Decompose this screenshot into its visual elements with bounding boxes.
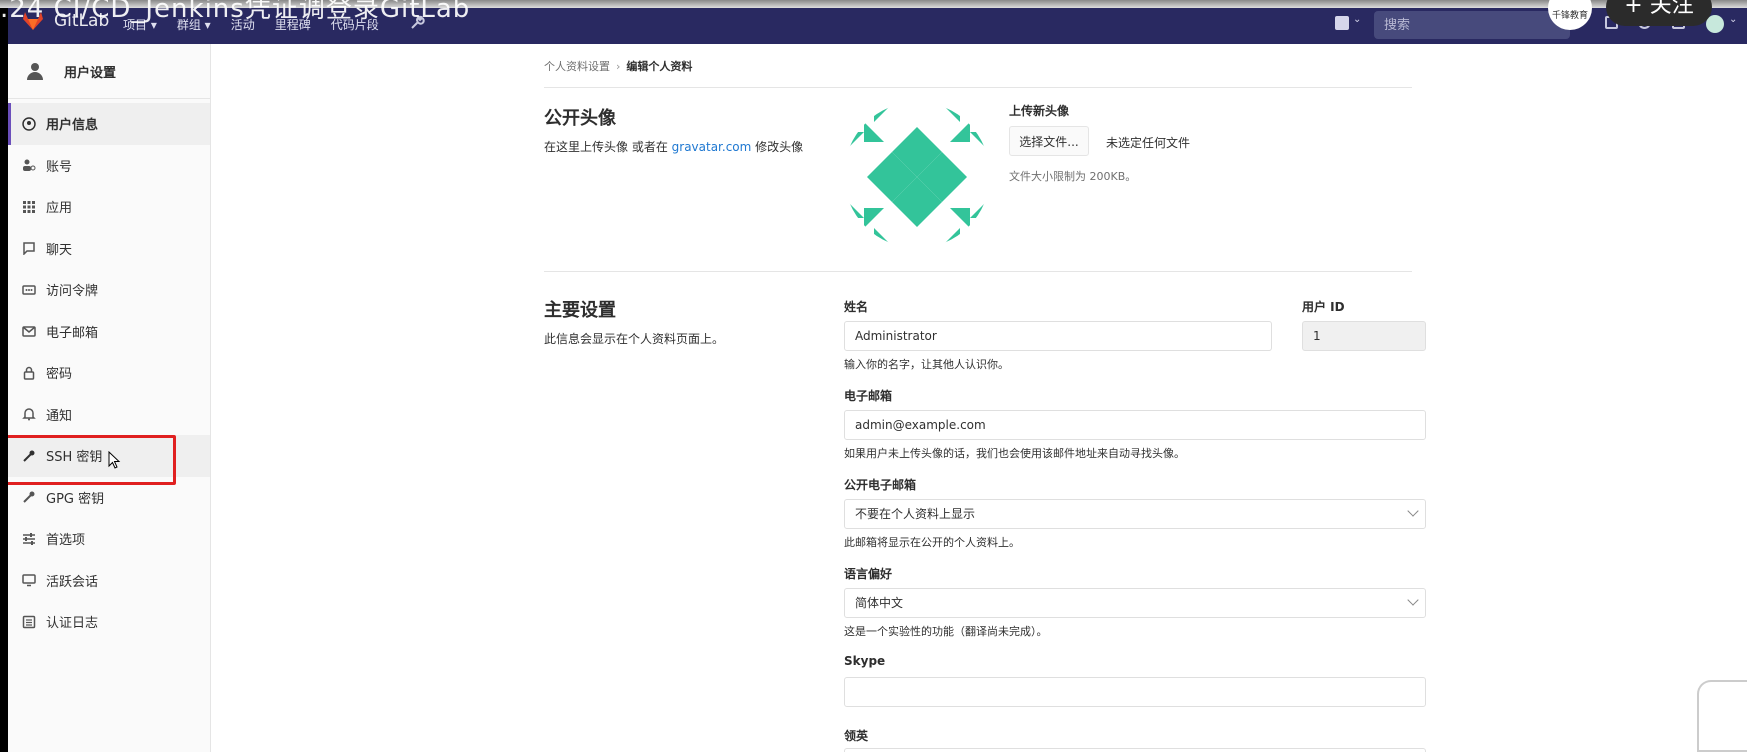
upload-avatar-label: 上传新头像 (1009, 104, 1070, 118)
sidebar-item-account[interactable]: 账号 (8, 145, 210, 187)
new-item-icon[interactable] (1335, 16, 1349, 30)
sidebar-item-label: 通知 (46, 408, 73, 424)
sidebar-item-label: 聊天 (46, 242, 73, 258)
sidebar-item-emails[interactable]: 电子邮箱 (8, 311, 210, 353)
linkedin-field[interactable] (844, 748, 1426, 752)
sidebar-item-label: GPG 密钥 (46, 491, 105, 507)
sidebar-item-preferences[interactable]: 首选项 (8, 518, 210, 560)
main-settings-title: 主要设置 (544, 300, 616, 321)
search-input[interactable] (1374, 11, 1570, 39)
language-value: 简体中文 (855, 596, 904, 610)
video-title-overlay: .24 CI/CD_Jenkins凭证调登录GitLab (0, 0, 471, 24)
sidebar-item-label: 认证日志 (46, 616, 99, 632)
key-icon (22, 490, 36, 504)
sliders-icon (22, 532, 36, 546)
mail-icon (22, 324, 36, 338)
grid-icon (22, 200, 36, 214)
user-icon (26, 62, 44, 80)
main-settings-desc: 此信息会显示在个人资料页面上。 (544, 332, 725, 346)
language-help: 这是一个实验性的功能（翻译尚未完成）。 (844, 625, 1048, 638)
follow-button[interactable]: + 关注 (1606, 0, 1712, 26)
sidebar-item-label: 电子邮箱 (46, 325, 99, 341)
breadcrumb-current: 编辑个人资料 (626, 60, 693, 73)
file-size-hint: 文件大小限制为 200KB。 (1009, 170, 1137, 183)
name-help: 输入你的名字，让其他人认识你。 (844, 358, 1009, 371)
sidebar-item-label: 账号 (46, 159, 73, 175)
sidebar-item-label: 访问令牌 (46, 284, 99, 300)
list-icon (22, 615, 36, 629)
breadcrumb-parent[interactable]: 个人资料设置 (544, 60, 610, 73)
sidebar-item-label: SSH 密钥 (46, 450, 103, 466)
sidebar-item-label: 首选项 (46, 533, 86, 549)
breadcrumb: 个人资料设置 › 编辑个人资料 (544, 58, 692, 74)
email-help: 如果用户未上传头像的话，我们也会使用该邮件地址来自动寻找头像。 (844, 447, 1185, 460)
email-label: 电子邮箱 (844, 389, 893, 403)
avatar-section-title: 公开头像 (544, 108, 616, 129)
sidebar-item-gpg-keys[interactable]: GPG 密钥 (8, 477, 210, 519)
email-field[interactable] (844, 410, 1426, 440)
sidebar-item-label: 密码 (46, 367, 73, 383)
token-icon (22, 283, 36, 297)
sidebar-title: 用户设置 (64, 65, 117, 81)
chevron-down-icon (1407, 505, 1419, 517)
sidebar-item-password[interactable]: 密码 (8, 352, 210, 394)
public-email-label: 公开电子邮箱 (844, 478, 917, 492)
settings-sidebar: 用户设置 用户信息 账号 应用 聊天 访问令牌 电子邮箱 密码 通知 SSH 密… (8, 44, 211, 752)
linkedin-label: 领英 (844, 729, 869, 743)
no-file-selected-text: 未选定任何文件 (1106, 136, 1191, 150)
sidebar-item-ssh-keys[interactable]: SSH 密钥 (8, 435, 210, 485)
name-label: 姓名 (844, 300, 869, 314)
language-select[interactable]: 简体中文 (844, 588, 1426, 618)
chevron-down-icon (1407, 594, 1419, 606)
sidebar-item-active-sessions[interactable]: 活跃会话 (8, 560, 210, 602)
channel-badge-text: 千锋教育 (1552, 11, 1589, 21)
avatar-section-desc: 在这里上传头像 或者在 gravatar.com 修改头像 (544, 138, 803, 155)
skype-field[interactable] (844, 677, 1426, 707)
divider (544, 271, 1412, 272)
sidebar-item-access-tokens[interactable]: 访问令牌 (8, 269, 210, 311)
sidebar-item-profile[interactable]: 用户信息 (8, 103, 210, 145)
user-circle-icon (22, 117, 36, 131)
sidebar-header[interactable]: 用户设置 (8, 44, 210, 99)
key-icon (22, 449, 36, 463)
user-id-label: 用户 ID (1302, 300, 1345, 314)
choose-file-button[interactable]: 选择文件... (1009, 126, 1089, 156)
sidebar-item-label: 应用 (46, 201, 73, 217)
monitor-icon (22, 573, 36, 587)
public-email-help: 此邮箱将显示在公开的个人资料上。 (844, 536, 1020, 549)
account-gear-icon (22, 158, 36, 172)
chat-icon (22, 241, 36, 257)
chevron-right-icon: › (616, 60, 621, 73)
sidebar-item-notifications[interactable]: 通知 (8, 394, 210, 436)
sidebar-item-applications[interactable]: 应用 (8, 186, 210, 228)
sidebar-item-label: 活跃会话 (46, 574, 99, 590)
public-email-value: 不要在个人资料上显示 (855, 507, 976, 521)
name-field[interactable] (844, 321, 1272, 351)
user-id-field (1302, 321, 1426, 351)
profile-avatar-image (844, 102, 990, 248)
language-label: 语言偏好 (844, 567, 893, 581)
bell-icon (22, 407, 36, 421)
sidebar-item-label: 用户信息 (46, 118, 99, 134)
chevron-down-icon[interactable]: ⌄ (1729, 14, 1737, 25)
mouse-cursor-icon (108, 451, 121, 469)
avatar-desc-suffix: 修改头像 (751, 140, 804, 154)
chevron-down-icon[interactable]: ⌄ (1353, 14, 1361, 25)
video-side-widget[interactable] (1697, 680, 1747, 752)
skype-label: Skype (844, 654, 886, 668)
app-window: GitLab 项目 ▾ 群组 ▾ 活动 里程碑 代码片段 ⌄ ⌄ 用户设置 用户… (8, 0, 1747, 752)
public-email-select[interactable]: 不要在个人资料上显示 (844, 499, 1426, 529)
divider (544, 87, 1412, 88)
avatar-desc-prefix: 在这里上传头像 或者在 (544, 140, 672, 154)
lock-icon (22, 366, 36, 380)
sidebar-item-auth-log[interactable]: 认证日志 (8, 601, 210, 643)
gravatar-link[interactable]: gravatar.com (672, 140, 752, 154)
sidebar-item-chat[interactable]: 聊天 (8, 228, 210, 270)
